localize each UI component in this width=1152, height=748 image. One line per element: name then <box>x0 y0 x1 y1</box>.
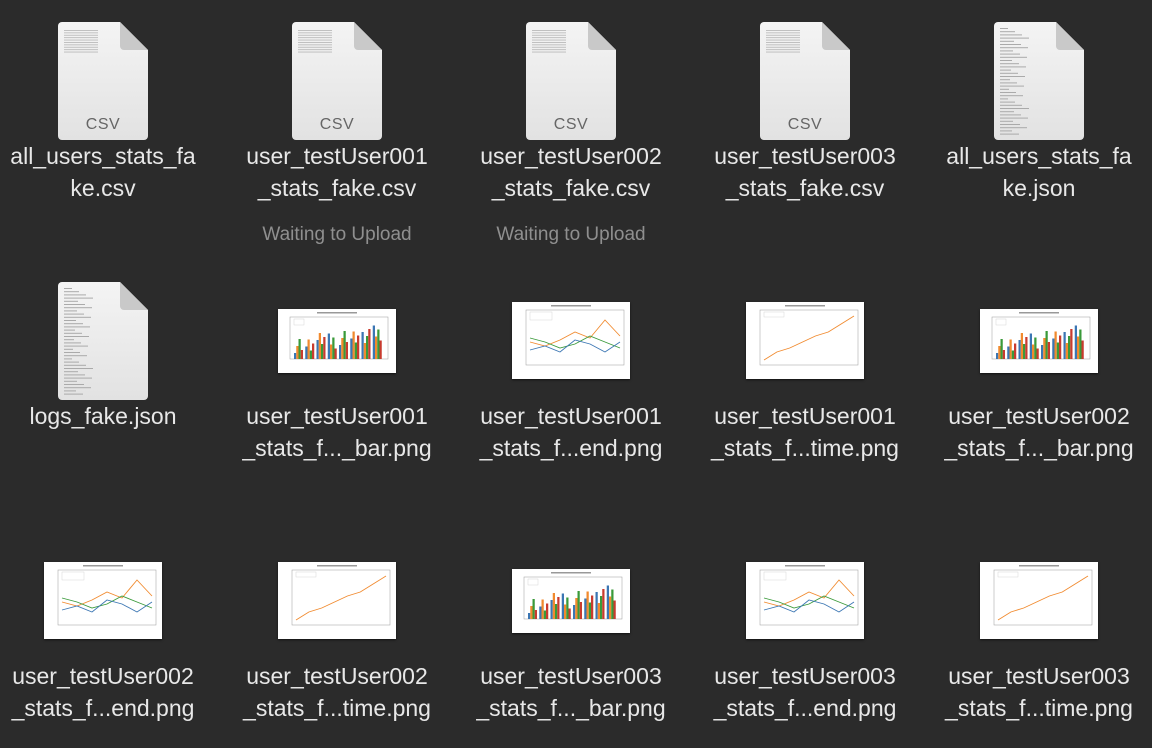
file-item[interactable]: all_users_stats_fa ke.json <box>926 0 1152 250</box>
file-name[interactable]: user_testUser002 _stats_f..._bar.png <box>926 400 1152 464</box>
file-name-line-2: _stats_f..._bar.png <box>476 695 666 721</box>
file-name-line-2: ke.json <box>1002 175 1076 201</box>
file-item[interactable]: user_testUser001 _stats_f..._bar.png <box>224 260 450 510</box>
upload-status: Waiting to Upload <box>262 224 412 245</box>
file-name[interactable]: user_testUser001 _stats_f...end.png <box>458 400 684 464</box>
file-name-line-1: user_testUser003 <box>480 663 662 689</box>
file-name[interactable]: user_testUser003 _stats_f...end.png <box>692 660 918 724</box>
file-thumbnail[interactable]: CSV <box>224 0 450 140</box>
file-item[interactable]: CSV user_testUser003 _stats_fake.csv <box>692 0 918 250</box>
file-thumbnail[interactable] <box>458 520 684 660</box>
file-extension-label: CSV <box>553 116 589 133</box>
file-item[interactable]: CSV user_testUser001 _stats_fake.csv Waitin… <box>224 0 450 250</box>
file-name[interactable]: user_testUser001 _stats_f..._bar.png <box>224 400 450 464</box>
file-name-line-1: user_testUser001 <box>480 403 662 429</box>
file-name-line-1: user_testUser003 <box>714 143 896 169</box>
file-name-line-1: all_users_stats_fa <box>10 143 196 169</box>
file-name-line-1: user_testUser003 <box>948 663 1130 689</box>
file-item[interactable]: user_testUser002 _stats_f...time.png <box>224 520 450 748</box>
file-name[interactable]: user_testUser001 _stats_fake.csv <box>224 140 450 204</box>
file-extension-label: CSV <box>85 116 121 133</box>
file-name[interactable]: user_testUser003 _stats_f...time.png <box>926 660 1152 724</box>
file-name-line-2: _stats_f...time.png <box>243 695 431 721</box>
time-chart-thumbnail <box>746 302 864 379</box>
file-thumbnail[interactable] <box>458 260 684 400</box>
file-thumbnail[interactable]: CSV <box>0 0 216 140</box>
file-item[interactable]: user_testUser001 _stats_f...end.png <box>458 260 684 510</box>
file-name[interactable]: logs_fake.json <box>0 400 216 432</box>
json-document-icon <box>58 282 148 400</box>
file-name-line-1: user_testUser001 <box>246 403 428 429</box>
file-name-line-2: _stats_f..._bar.png <box>944 435 1134 461</box>
file-item[interactable]: user_testUser002 _stats_f..._bar.png <box>926 260 1152 510</box>
upload-status: Waiting to Upload <box>496 224 646 245</box>
file-thumbnail[interactable]: CSV <box>692 0 918 140</box>
file-name-line-2: _stats_f...end.png <box>11 695 195 721</box>
file-item[interactable]: user_testUser003 _stats_f...time.png <box>926 520 1152 748</box>
file-thumbnail[interactable] <box>224 520 450 660</box>
file-name[interactable]: all_users_stats_fa ke.csv <box>0 140 216 204</box>
file-name-line-2: _stats_f...time.png <box>711 435 899 461</box>
trend-chart-thumbnail <box>44 562 162 639</box>
time-chart-thumbnail <box>980 562 1098 639</box>
bar-chart-thumbnail <box>980 309 1098 373</box>
file-name-line-1: user_testUser002 <box>480 143 662 169</box>
file-name[interactable]: user_testUser002 _stats_fake.csv <box>458 140 684 204</box>
file-name-line-1: all_users_stats_fa <box>946 143 1132 169</box>
file-thumbnail[interactable]: CSV <box>458 0 684 140</box>
file-name-line-1: user_testUser002 <box>948 403 1130 429</box>
file-name-line-2: _stats_fake.csv <box>491 175 651 201</box>
file-extension-label: CSV <box>787 116 823 133</box>
trend-chart-thumbnail <box>746 562 864 639</box>
trend-chart-thumbnail <box>512 302 630 379</box>
file-thumbnail[interactable] <box>926 520 1152 660</box>
file-item[interactable]: user_testUser003 _stats_f..._bar.png <box>458 520 684 748</box>
file-item[interactable]: logs_fake.json <box>0 260 216 510</box>
file-name[interactable]: user_testUser001 _stats_f...time.png <box>692 400 918 464</box>
file-name-line-1: logs_fake.json <box>29 403 177 429</box>
file-thumbnail[interactable] <box>0 260 216 400</box>
file-name[interactable]: user_testUser003 _stats_f..._bar.png <box>458 660 684 724</box>
file-item[interactable]: CSV all_users_stats_fa ke.csv <box>0 0 216 250</box>
file-name-line-2: _stats_f..._bar.png <box>242 435 432 461</box>
file-item[interactable]: user_testUser003 _stats_f...end.png <box>692 520 918 748</box>
json-document-icon <box>994 22 1084 140</box>
file-item[interactable]: user_testUser001 _stats_f...time.png <box>692 260 918 510</box>
time-chart-thumbnail <box>278 562 396 639</box>
file-thumbnail[interactable] <box>926 0 1152 140</box>
bar-chart-thumbnail <box>512 569 630 633</box>
file-name-line-1: user_testUser002 <box>12 663 194 689</box>
file-item[interactable]: user_testUser002 _stats_f...end.png <box>0 520 216 748</box>
file-thumbnail[interactable] <box>224 260 450 400</box>
file-name-line-2: _stats_f...end.png <box>479 435 663 461</box>
file-thumbnail[interactable] <box>0 520 216 660</box>
file-name[interactable]: user_testUser002 _stats_f...time.png <box>224 660 450 724</box>
bar-chart-thumbnail <box>278 309 396 373</box>
file-name-line-2: _stats_f...time.png <box>945 695 1133 721</box>
file-name[interactable]: user_testUser002 _stats_f...end.png <box>0 660 216 724</box>
file-name-line-1: user_testUser001 <box>246 143 428 169</box>
file-extension-label: CSV <box>319 116 355 133</box>
file-name-line-2: _stats_fake.csv <box>725 175 885 201</box>
file-name-line-2: _stats_f...end.png <box>713 695 897 721</box>
csv-document-icon: CSV <box>58 22 148 140</box>
file-name-line-1: user_testUser002 <box>246 663 428 689</box>
file-thumbnail[interactable] <box>692 260 918 400</box>
csv-document-icon: CSV <box>292 22 382 140</box>
file-item[interactable]: CSV user_testUser002 _stats_fake.csv Waitin… <box>458 0 684 250</box>
file-name-line-1: user_testUser003 <box>714 663 896 689</box>
file-icon-grid: CSV all_users_stats_fa ke.csv CSV user_test… <box>0 0 1152 748</box>
csv-document-icon: CSV <box>526 22 616 140</box>
file-thumbnail[interactable] <box>926 260 1152 400</box>
csv-document-icon: CSV <box>760 22 850 140</box>
file-name-line-2: _stats_fake.csv <box>257 175 417 201</box>
file-name[interactable]: all_users_stats_fa ke.json <box>926 140 1152 204</box>
file-name-line-1: user_testUser001 <box>714 403 896 429</box>
file-name-line-2: ke.csv <box>70 175 136 201</box>
file-name[interactable]: user_testUser003 _stats_fake.csv <box>692 140 918 204</box>
file-thumbnail[interactable] <box>692 520 918 660</box>
